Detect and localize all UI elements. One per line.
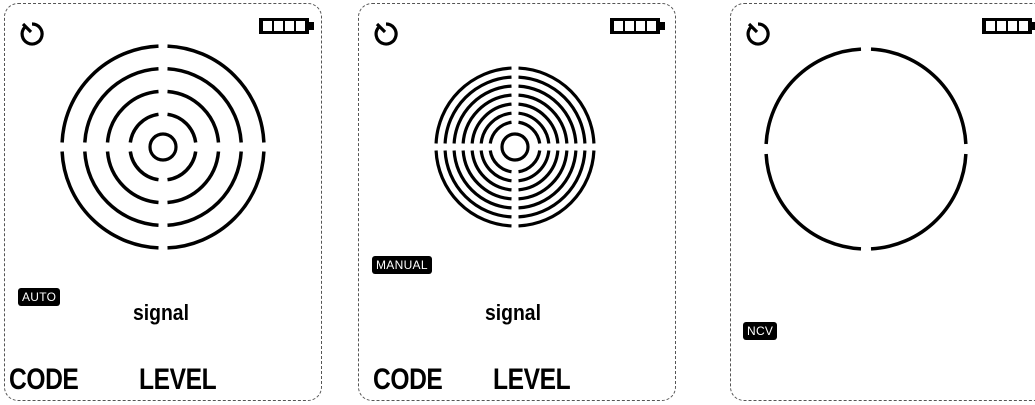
target-ring-segment: [518, 93, 569, 144]
target-ring-segment: [518, 120, 542, 144]
target-ring-segment: [518, 150, 569, 201]
target-ring-segment: [461, 150, 512, 201]
target-ring-segment: [167, 67, 243, 143]
signal-label: signal: [485, 300, 541, 325]
code-label: CODE: [9, 363, 79, 396]
display-panel-ncv: NCV: [730, 3, 1035, 401]
target-ring-segment: [167, 151, 243, 227]
mode-badge: MANUAL: [372, 256, 432, 274]
target-ring-segment: [83, 151, 159, 227]
signal-label: signal: [133, 300, 189, 325]
target-ring-segment: [488, 150, 512, 174]
target-ring-segment: [764, 153, 862, 251]
mode-badge: AUTO: [18, 288, 61, 306]
target-ring-segment: [870, 47, 968, 145]
target-ring-segment: [764, 47, 862, 145]
target-icon: [434, 66, 596, 228]
target-center-ring: [500, 132, 530, 162]
target-ring-segment: [461, 93, 512, 144]
level-label: LEVEL: [139, 363, 217, 396]
display-panel-auto: AUTO signal CODE LEVEL: [4, 3, 322, 401]
target-ring-segment: [488, 120, 512, 144]
target-ring-segment: [870, 153, 968, 251]
level-label: LEVEL: [493, 363, 571, 396]
target-center-ring: [148, 132, 178, 162]
mode-badge: NCV: [743, 322, 778, 340]
target-ring-segment: [83, 67, 159, 143]
circle-icon: [764, 47, 968, 251]
target-icon: [60, 44, 266, 250]
display-panel-manual: MANUAL signal CODE LEVEL: [358, 3, 676, 401]
target-ring-segment: [518, 150, 542, 174]
code-label: CODE: [373, 363, 443, 396]
